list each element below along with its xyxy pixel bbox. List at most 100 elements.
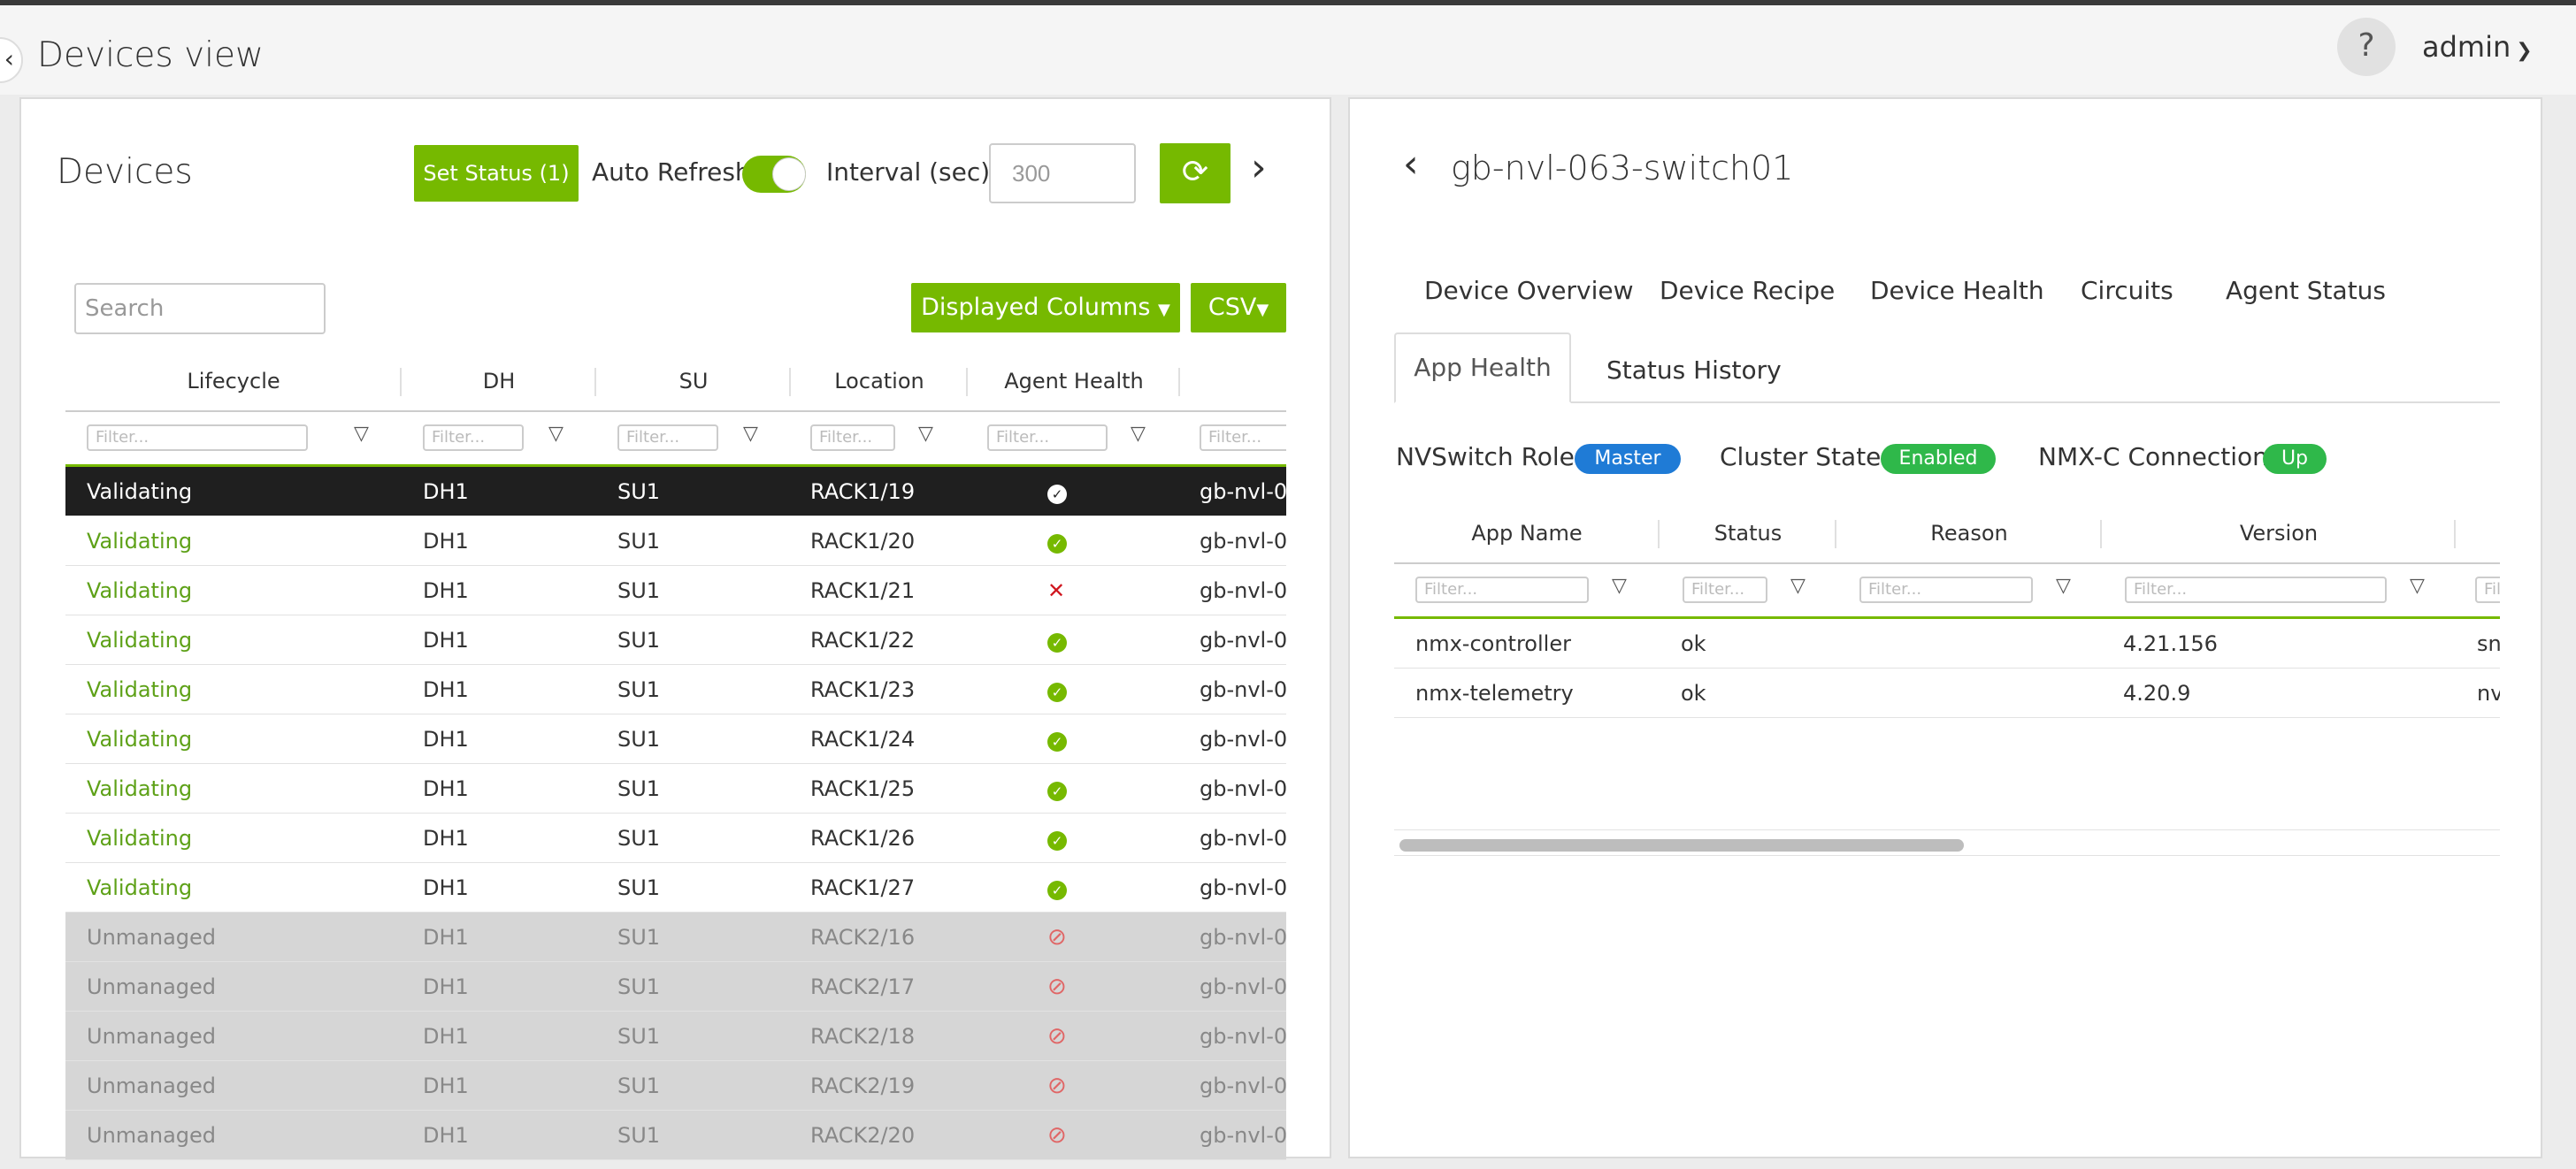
filter-input-app-name[interactable]: Filter... [1415, 577, 1589, 603]
tab-circuits[interactable]: Circuits [2081, 276, 2174, 305]
auto-refresh-label: Auto Refresh [592, 157, 751, 187]
table-row[interactable]: Unmanaged DH1 SU1 RACK2/18 ⊘ gb-nvl-064 [65, 1012, 1286, 1061]
search-input[interactable]: Search [74, 283, 326, 334]
column-header-dh[interactable]: DH [402, 355, 596, 409]
filter-input-lifecycle[interactable]: Filter... [87, 424, 308, 451]
table-row[interactable]: Validating DH1 SU1 RACK1/19 ✓ gb-nvl-063 [65, 467, 1286, 516]
help-button[interactable]: ? [2337, 18, 2396, 76]
set-status-button[interactable]: Set Status (1) [414, 145, 579, 202]
cluster-state-label: Cluster State: [1720, 442, 1890, 471]
auto-refresh-toggle[interactable] [742, 156, 806, 193]
column-header-su[interactable]: SU [596, 355, 791, 409]
displayed-columns-button[interactable]: Displayed Columns ▼ [911, 283, 1180, 332]
devices-grid: Lifecycle DH SU Location Agent Health Fi… [65, 355, 1286, 1169]
filter-icon[interactable]: ▽ [2410, 575, 2425, 597]
cluster-state-badge: Enabled [1881, 444, 1996, 474]
table-row[interactable]: Unmanaged DH1 SU1 RACK2/17 ⊘ gb-nvl-064 [65, 962, 1286, 1012]
column-header-agent-health[interactable]: Agent Health [968, 355, 1180, 409]
filter-icon[interactable]: ▽ [1790, 575, 1806, 597]
user-name: admin [2422, 30, 2511, 64]
filter-input-dh[interactable]: Filter... [423, 424, 524, 451]
cell-su: SU1 [617, 727, 661, 752]
cell-lifecycle: Validating [87, 776, 193, 801]
table-row[interactable]: Unmanaged DH1 SU1 RACK2/16 ⊘ gb-nvl-064 [65, 913, 1286, 962]
table-row[interactable]: nmx-controller ok 4.21.156 sn [1394, 619, 2500, 669]
cell-location: RACK1/26 [810, 826, 916, 851]
table-row[interactable]: Validating DH1 SU1 RACK1/24 ✓ gb-nvl-063 [65, 714, 1286, 764]
column-header-location[interactable]: Location [791, 355, 968, 409]
column-header-lifecycle[interactable]: Lifecycle [65, 355, 402, 409]
tab-agent-status[interactable]: Agent Status [2226, 276, 2386, 305]
page-title: Devices view [37, 35, 264, 75]
devices-panel: Devices Set Status (1) Auto Refresh Inte… [19, 97, 1331, 1160]
tab-device-recipe[interactable]: Device Recipe [1660, 276, 1835, 305]
filter-input-su[interactable]: Filter... [617, 424, 718, 451]
device-detail-panel: ‹ gb-nvl-063-switch01 Device Overview De… [1348, 97, 2542, 1158]
cell-su: SU1 [617, 776, 661, 801]
cell-su: SU1 [617, 974, 661, 999]
table-row[interactable]: Validating DH1 SU1 RACK1/20 ✓ gb-nvl-063 [65, 516, 1286, 566]
cell-lifecycle: Unmanaged [87, 974, 217, 999]
filter-input-version[interactable]: Filter... [2125, 577, 2387, 603]
filter-icon[interactable]: ▽ [354, 423, 369, 445]
table-row[interactable]: Validating DH1 SU1 RACK1/26 ✓ gb-nvl-063 [65, 814, 1286, 863]
filter-icon[interactable]: ▽ [1612, 575, 1627, 597]
column-separator [2454, 520, 2456, 548]
filter-input-reason[interactable]: Filter... [1859, 577, 2033, 603]
horizontal-scrollbar[interactable] [1394, 829, 2500, 856]
filter-input-agent-health[interactable]: Filter... [987, 424, 1108, 451]
filter-icon[interactable]: ▽ [2056, 575, 2071, 597]
table-row[interactable]: Validating DH1 SU1 RACK1/27 ✓ gb-nvl-063 [65, 863, 1286, 913]
grid-header: Lifecycle DH SU Location Agent Health [65, 355, 1286, 409]
interval-input[interactable]: 300 [989, 143, 1136, 203]
csv-button[interactable]: CSV▼ [1191, 283, 1286, 332]
scrollbar-thumb[interactable] [1399, 839, 1964, 852]
chevron-right-icon[interactable]: › [1251, 145, 1267, 190]
app-header: ‹ Devices view ? admin ❯ [0, 5, 2576, 95]
filter-input-status[interactable]: Filter... [1683, 577, 1767, 603]
cell-lifecycle: Unmanaged [87, 1073, 217, 1098]
table-row[interactable]: Unmanaged DH1 SU1 RACK2/20 ⊘ gb-nvl-064 [65, 1111, 1286, 1160]
column-header-version[interactable]: Version [2102, 508, 2456, 561]
disabled-icon: ⊘ [1047, 924, 1067, 951]
column-header-app-name[interactable]: App Name [1394, 508, 1660, 561]
cell-su: SU1 [617, 1123, 661, 1148]
cell-extra: sn [2477, 631, 2500, 656]
filter-input-name[interactable]: Filter... [1200, 424, 1286, 451]
subtab-app-health[interactable]: App Health [1394, 332, 1571, 403]
table-row[interactable]: Validating DH1 SU1 RACK1/22 ✓ gb-nvl-063 [65, 615, 1286, 665]
filter-input-location[interactable]: Filter... [810, 424, 895, 451]
tab-device-health[interactable]: Device Health [1870, 276, 2044, 305]
cell-dh: DH1 [423, 578, 469, 603]
cell-lifecycle: Unmanaged [87, 1123, 217, 1148]
column-header-reason[interactable]: Reason [1836, 508, 2102, 561]
collapse-sidebar-button[interactable]: ‹ [0, 37, 23, 83]
filter-icon[interactable]: ▽ [743, 423, 758, 445]
cell-location: RACK2/16 [810, 925, 916, 950]
table-row[interactable]: Validating DH1 SU1 RACK1/25 ✓ gb-nvl-063 [65, 764, 1286, 814]
filter-icon[interactable]: ▽ [548, 423, 564, 445]
filter-icon[interactable]: ▽ [1131, 423, 1146, 445]
back-button[interactable]: ‹ [1403, 141, 1419, 187]
cell-dh: DH1 [423, 479, 469, 504]
disabled-icon: ⊘ [1047, 1023, 1067, 1050]
cell-name: gb-nvl-063 [1200, 578, 1286, 603]
table-row[interactable]: nmx-telemetry ok 4.20.9 nv [1394, 669, 2500, 718]
toggle-knob [772, 157, 806, 191]
table-row[interactable]: Validating DH1 SU1 RACK1/23 ✓ gb-nvl-063 [65, 665, 1286, 714]
table-row[interactable]: Validating DH1 SU1 RACK1/21 ✕ gb-nvl-063 [65, 566, 1286, 615]
devices-title: Devices [57, 152, 193, 192]
subtab-status-history[interactable]: Status History [1606, 355, 1782, 385]
cell-su: SU1 [617, 578, 661, 603]
column-header-status[interactable]: Status [1660, 508, 1836, 561]
filter-icon[interactable]: ▽ [918, 423, 933, 445]
filter-input-extra[interactable]: Filter... [2475, 577, 2500, 603]
user-menu[interactable]: admin ❯ [2422, 30, 2533, 64]
chevron-left-icon: ‹ [4, 44, 14, 73]
cell-extra: nv [2477, 681, 2500, 706]
refresh-button[interactable]: ⟳ [1160, 143, 1230, 203]
tab-device-overview[interactable]: Device Overview [1424, 276, 1633, 305]
app-filter-row: Filter... ▽ Filter... ▽ Filter... ▽ Filt… [1394, 562, 2500, 619]
nmxc-connection-label: NMX-C Connection: [2038, 442, 2277, 471]
table-row[interactable]: Unmanaged DH1 SU1 RACK2/19 ⊘ gb-nvl-064 [65, 1061, 1286, 1111]
